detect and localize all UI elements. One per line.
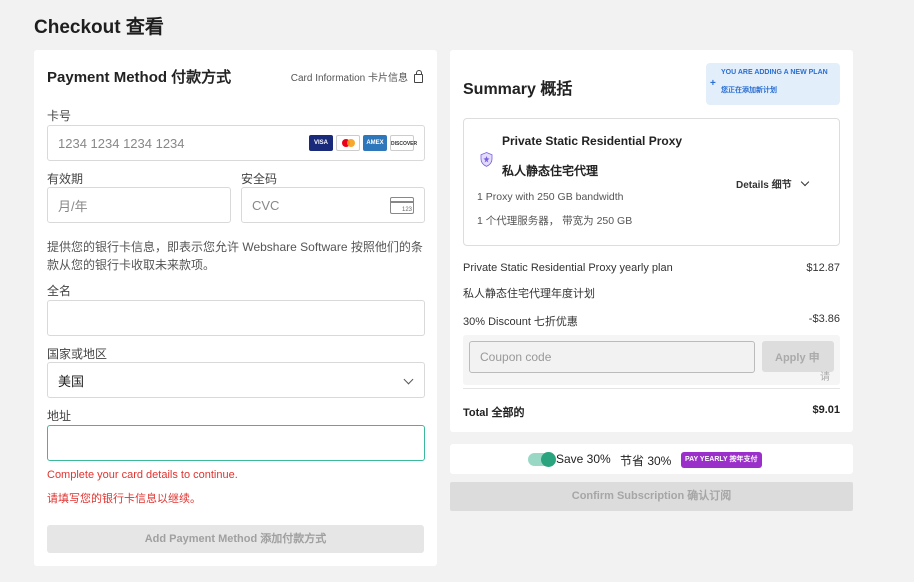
full-name-label: 全名 (47, 284, 72, 298)
new-plan-notice: + YOU ARE ADDING A NEW PLAN 您正在添加新计划 (706, 63, 840, 105)
amex-icon: AMEX (363, 135, 387, 151)
cvc-input[interactable]: CVC 123 (241, 187, 425, 223)
pay-yearly-badge: PAY YEARLY 按年支付 (681, 452, 762, 468)
total-amount: $9.01 (812, 404, 840, 416)
card-information-label: Card Information 卡片信息 (290, 73, 408, 84)
lock-icon (414, 69, 423, 83)
coupon-input[interactable]: Coupon code (469, 341, 755, 373)
cvc-placeholder: CVC (252, 197, 280, 213)
address-input[interactable] (47, 425, 425, 461)
product-name-cn: 私人静态住宅代理 (502, 164, 599, 178)
product-name: Private Static Residential Proxy (502, 134, 683, 148)
plan-amount: $12.87 (806, 262, 840, 274)
save-text-cn: 节省 30% (620, 454, 672, 468)
plan-line-cn: 私人静态住宅代理年度计划 (463, 288, 595, 300)
confirm-subscription-button[interactable]: Confirm Subscription 确认订阅 (450, 482, 853, 511)
plan-line: Private Static Residential Proxy yearly … (463, 262, 673, 274)
summary-title: Summary 概括 (463, 81, 573, 98)
coupon-area: Coupon code Apply 申 请 (463, 335, 840, 385)
error-message-en: Complete your card details to continue. (47, 469, 238, 481)
plus-icon: + (710, 78, 716, 89)
country-label: 国家或地区 (47, 347, 108, 361)
discover-icon: DISCOVER (390, 135, 417, 151)
visa-icon: VISA (309, 135, 333, 151)
country-value: 美国 (58, 373, 85, 389)
new-plan-text-en: YOU ARE ADDING A NEW PLAN (721, 69, 828, 76)
apply-button-label: Apply 申 (775, 352, 820, 364)
chevron-down-icon (800, 177, 809, 187)
toggle-knob (541, 452, 556, 467)
card-number-placeholder: 1234 1234 1234 1234 (58, 135, 185, 151)
cvc-card-icon: 123 (390, 197, 414, 214)
coupon-placeholder: Coupon code (480, 350, 552, 364)
product-detail-cn: 1 个代理服务器， 带宽为 250 GB (477, 215, 633, 227)
product-card: Private Static Residential Proxy 私人静态住宅代… (463, 118, 840, 246)
cvc-label: 安全码 (241, 172, 278, 186)
mastercard-icon (336, 135, 360, 151)
save-text: Save 30% (556, 452, 611, 466)
yearly-toggle[interactable] (528, 452, 556, 467)
details-toggle[interactable]: Details 细节 (736, 176, 809, 191)
error-message-cn: 请填写您的银行卡信息以继续。 (47, 493, 201, 505)
address-label: 地址 (47, 409, 72, 423)
shield-icon (480, 152, 493, 167)
summary-panel: Summary 概括 + YOU ARE ADDING A NEW PLAN 您… (450, 50, 853, 432)
card-number-label: 卡号 (47, 109, 72, 123)
payment-method-panel: Payment Method 付款方式 Card Information 卡片信… (34, 50, 437, 566)
full-name-input[interactable] (47, 300, 425, 336)
discount-line: 30% Discount 七折优惠 (463, 316, 578, 328)
total-label: Total 全部的 (463, 407, 525, 419)
payment-method-title: Payment Method 付款方式 (47, 69, 232, 86)
chevron-down-icon (403, 374, 414, 385)
new-plan-text-cn: 您正在添加新计划 (721, 87, 777, 94)
save-yearly-bar: Save 30% 节省 30% PAY YEARLY 按年支付 (450, 444, 853, 474)
expiry-placeholder: 月/年 (58, 198, 88, 214)
product-detail-en: 1 Proxy with 250 GB bandwidth (477, 191, 624, 203)
discount-amount: -$3.86 (808, 313, 840, 325)
card-brands: VISA AMEX DISCOVER (306, 135, 417, 151)
page-title: Checkout 查看 (34, 17, 164, 38)
country-select[interactable]: 美国 (47, 362, 425, 398)
expiry-label: 有效期 (47, 172, 84, 186)
card-information-header: Card Information 卡片信息 (291, 69, 423, 84)
add-payment-method-button[interactable]: Add Payment Method 添加付款方式 (47, 525, 424, 553)
expiry-input[interactable]: 月/年 (47, 187, 231, 223)
apply-button-overflow: 请 (820, 372, 830, 383)
cvc-icon-digits: 123 (401, 207, 412, 213)
payment-disclaimer: 提供您的银行卡信息，即表示您允许 Webshare Software 按照他们的… (47, 240, 423, 272)
card-number-input[interactable]: 1234 1234 1234 1234 VISA AMEX DISCOVER (47, 125, 425, 161)
details-label: Details 细节 (736, 180, 792, 191)
divider (463, 388, 840, 389)
